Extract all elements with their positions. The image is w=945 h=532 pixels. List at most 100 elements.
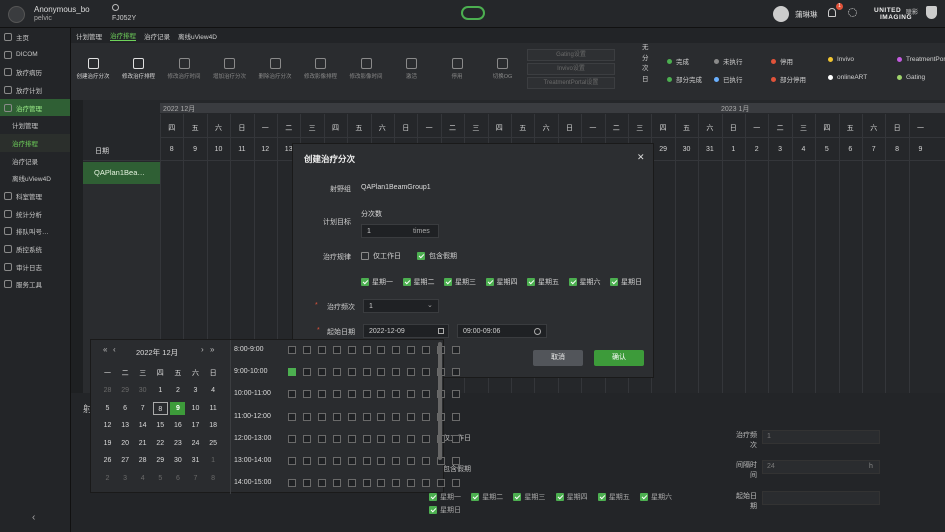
time-slot-checkbox[interactable] bbox=[302, 434, 311, 443]
weekday-box[interactable] bbox=[568, 278, 577, 286]
time-slot-checkbox[interactable] bbox=[362, 479, 371, 488]
calendar-day[interactable]: 13 bbox=[118, 419, 133, 432]
calendar-day[interactable]: 28 bbox=[135, 454, 150, 467]
gear-icon[interactable] bbox=[848, 8, 857, 17]
workday-checkbox[interactable]: 仅工作日 bbox=[361, 251, 401, 261]
toolbar-tool-button[interactable]: 删除治疗分次 bbox=[256, 58, 294, 80]
sidebar-item[interactable]: 服务工具 bbox=[0, 276, 70, 294]
calendar-day[interactable]: 4 bbox=[135, 472, 150, 485]
calendar-day[interactable]: 5 bbox=[100, 402, 115, 415]
sidebar-item[interactable]: 排队叫号… bbox=[0, 223, 70, 241]
tab-item[interactable]: 计划管理 bbox=[76, 31, 102, 41]
time-slot-checkbox[interactable] bbox=[422, 346, 431, 354]
time-slot-checkbox[interactable] bbox=[288, 457, 296, 465]
tab-item[interactable]: 治疗记录 bbox=[144, 31, 170, 41]
time-slot-checkbox[interactable] bbox=[347, 346, 356, 354]
weekday-box[interactable] bbox=[361, 278, 369, 286]
cancel-button[interactable]: 取消 bbox=[533, 350, 583, 366]
time-slot-checkbox[interactable] bbox=[317, 479, 326, 488]
time-slot-checkbox[interactable] bbox=[302, 368, 311, 377]
next-month-icon[interactable]: › bbox=[201, 345, 204, 354]
weekday-box[interactable] bbox=[485, 278, 494, 286]
calendar-day[interactable]: 2 bbox=[100, 472, 115, 485]
calendar-day[interactable]: 6 bbox=[170, 472, 185, 485]
toolbar-tool-button[interactable]: 停用 bbox=[438, 58, 476, 80]
frequency-select[interactable]: 1 ⌄ bbox=[363, 299, 439, 313]
time-slot-checkbox[interactable] bbox=[317, 434, 326, 443]
time-slot-checkbox[interactable] bbox=[332, 457, 341, 465]
calendar-day[interactable]: 28 bbox=[100, 384, 115, 397]
picker-scrollbar[interactable] bbox=[438, 342, 442, 460]
time-slot-checkbox[interactable] bbox=[347, 457, 356, 465]
invivo-settings-button[interactable]: Invivo设置 bbox=[527, 63, 615, 75]
weekday-box[interactable] bbox=[640, 493, 648, 501]
weekday-box[interactable] bbox=[527, 278, 535, 286]
time-slot-checkbox[interactable] bbox=[288, 479, 296, 488]
time-slot-checkbox[interactable] bbox=[377, 390, 386, 399]
weekday-box[interactable] bbox=[471, 493, 480, 501]
toolbar-tool-button[interactable]: 修改影像时间 bbox=[347, 58, 385, 80]
time-slot-checkbox[interactable] bbox=[451, 434, 460, 443]
calendar-day[interactable]: 27 bbox=[118, 454, 133, 467]
calendar-day[interactable]: 30 bbox=[135, 384, 150, 397]
calendar-day[interactable]: 8 bbox=[152, 401, 168, 415]
calendar-day[interactable]: 17 bbox=[188, 419, 203, 432]
collapse-sidebar-button[interactable]: ‹ bbox=[32, 512, 35, 523]
sidebar-item[interactable]: 审计日志 bbox=[0, 258, 70, 276]
tab-item[interactable]: 治疗排程 bbox=[110, 30, 136, 41]
toolbar-tool-button[interactable]: 激活 bbox=[393, 58, 431, 80]
sidebar-item[interactable]: 主页 bbox=[0, 28, 70, 46]
bottom-weekday-checkbox[interactable]: 星期三 bbox=[513, 492, 545, 502]
time-slot-checkbox[interactable] bbox=[422, 457, 431, 465]
time-slot-checkbox[interactable] bbox=[288, 412, 296, 421]
time-slot-checkbox[interactable] bbox=[317, 346, 326, 354]
start-time-input[interactable]: 09:00-09:06 bbox=[457, 324, 547, 338]
patient-name[interactable]: QAPlan1Bea… bbox=[94, 168, 145, 177]
calendar-day[interactable]: 14 bbox=[135, 419, 150, 432]
start-date-input[interactable]: 2022-12-09 bbox=[363, 324, 449, 338]
toolbar-tool-button[interactable]: 修改影像排程 bbox=[302, 58, 340, 80]
time-slot-checkbox[interactable] bbox=[422, 390, 431, 399]
bottom-interval-field[interactable]: 24 bbox=[762, 460, 880, 474]
time-slot-checkbox[interactable] bbox=[317, 457, 326, 465]
time-slot-checkbox[interactable] bbox=[332, 346, 341, 354]
calendar-day[interactable]: 1 bbox=[206, 454, 221, 467]
time-slot-checkbox[interactable] bbox=[317, 390, 326, 399]
weekday-box[interactable] bbox=[429, 506, 437, 514]
bottom-weekday-checkbox[interactable]: 星期四 bbox=[555, 492, 588, 502]
sidebar-item[interactable]: 质控系统 bbox=[0, 240, 70, 258]
time-slot-checkbox[interactable] bbox=[451, 457, 460, 465]
calendar-day[interactable]: 10 bbox=[188, 402, 203, 415]
time-slot-checkbox[interactable] bbox=[302, 479, 311, 488]
calendar-day[interactable]: 22 bbox=[153, 437, 168, 450]
calendar-day[interactable]: 24 bbox=[188, 437, 203, 450]
user-avatar[interactable] bbox=[8, 6, 25, 23]
time-slot-checkbox[interactable] bbox=[332, 368, 341, 377]
time-slot-checkbox[interactable] bbox=[302, 346, 311, 354]
time-slot-checkbox[interactable] bbox=[377, 412, 386, 421]
calendar-day[interactable]: 18 bbox=[206, 419, 221, 432]
time-slot-checkbox[interactable] bbox=[332, 390, 341, 399]
time-slot-checkbox[interactable] bbox=[347, 368, 356, 377]
time-slot-checkbox[interactable] bbox=[392, 434, 401, 443]
calendar-day[interactable]: 21 bbox=[135, 437, 150, 450]
weekday-checkbox[interactable]: 星期二 bbox=[402, 277, 435, 287]
time-slot-checkbox[interactable] bbox=[362, 457, 371, 465]
time-slot-checkbox[interactable] bbox=[362, 346, 371, 354]
weekday-checkbox[interactable]: 星期一 bbox=[361, 277, 393, 287]
calendar-day[interactable]: 3 bbox=[188, 384, 203, 397]
sidebar-item[interactable]: 治疗排程 bbox=[0, 134, 70, 152]
calendar-day[interactable]: 12 bbox=[100, 419, 115, 432]
gating-settings-button[interactable]: Gating设置 bbox=[527, 49, 615, 61]
toolbar-tool-button[interactable]: 创建治疗分次 bbox=[74, 58, 112, 80]
sidebar-item[interactable]: 计划管理 bbox=[0, 116, 70, 134]
time-slot-checkbox[interactable] bbox=[332, 412, 341, 421]
toolbar-tool-button[interactable]: 增加治疗分次 bbox=[211, 58, 249, 80]
weekday-checkbox[interactable]: 星期五 bbox=[527, 277, 559, 287]
bottom-weekday-checkbox[interactable]: 星期日 bbox=[429, 505, 461, 515]
time-slot-checkbox[interactable] bbox=[317, 368, 326, 377]
toolbar-tool-button[interactable]: 修改治疗时间 bbox=[165, 58, 203, 80]
time-slot-checkbox[interactable] bbox=[451, 412, 460, 421]
time-slot-checkbox[interactable] bbox=[451, 346, 460, 354]
time-slot-checkbox[interactable] bbox=[422, 434, 431, 443]
